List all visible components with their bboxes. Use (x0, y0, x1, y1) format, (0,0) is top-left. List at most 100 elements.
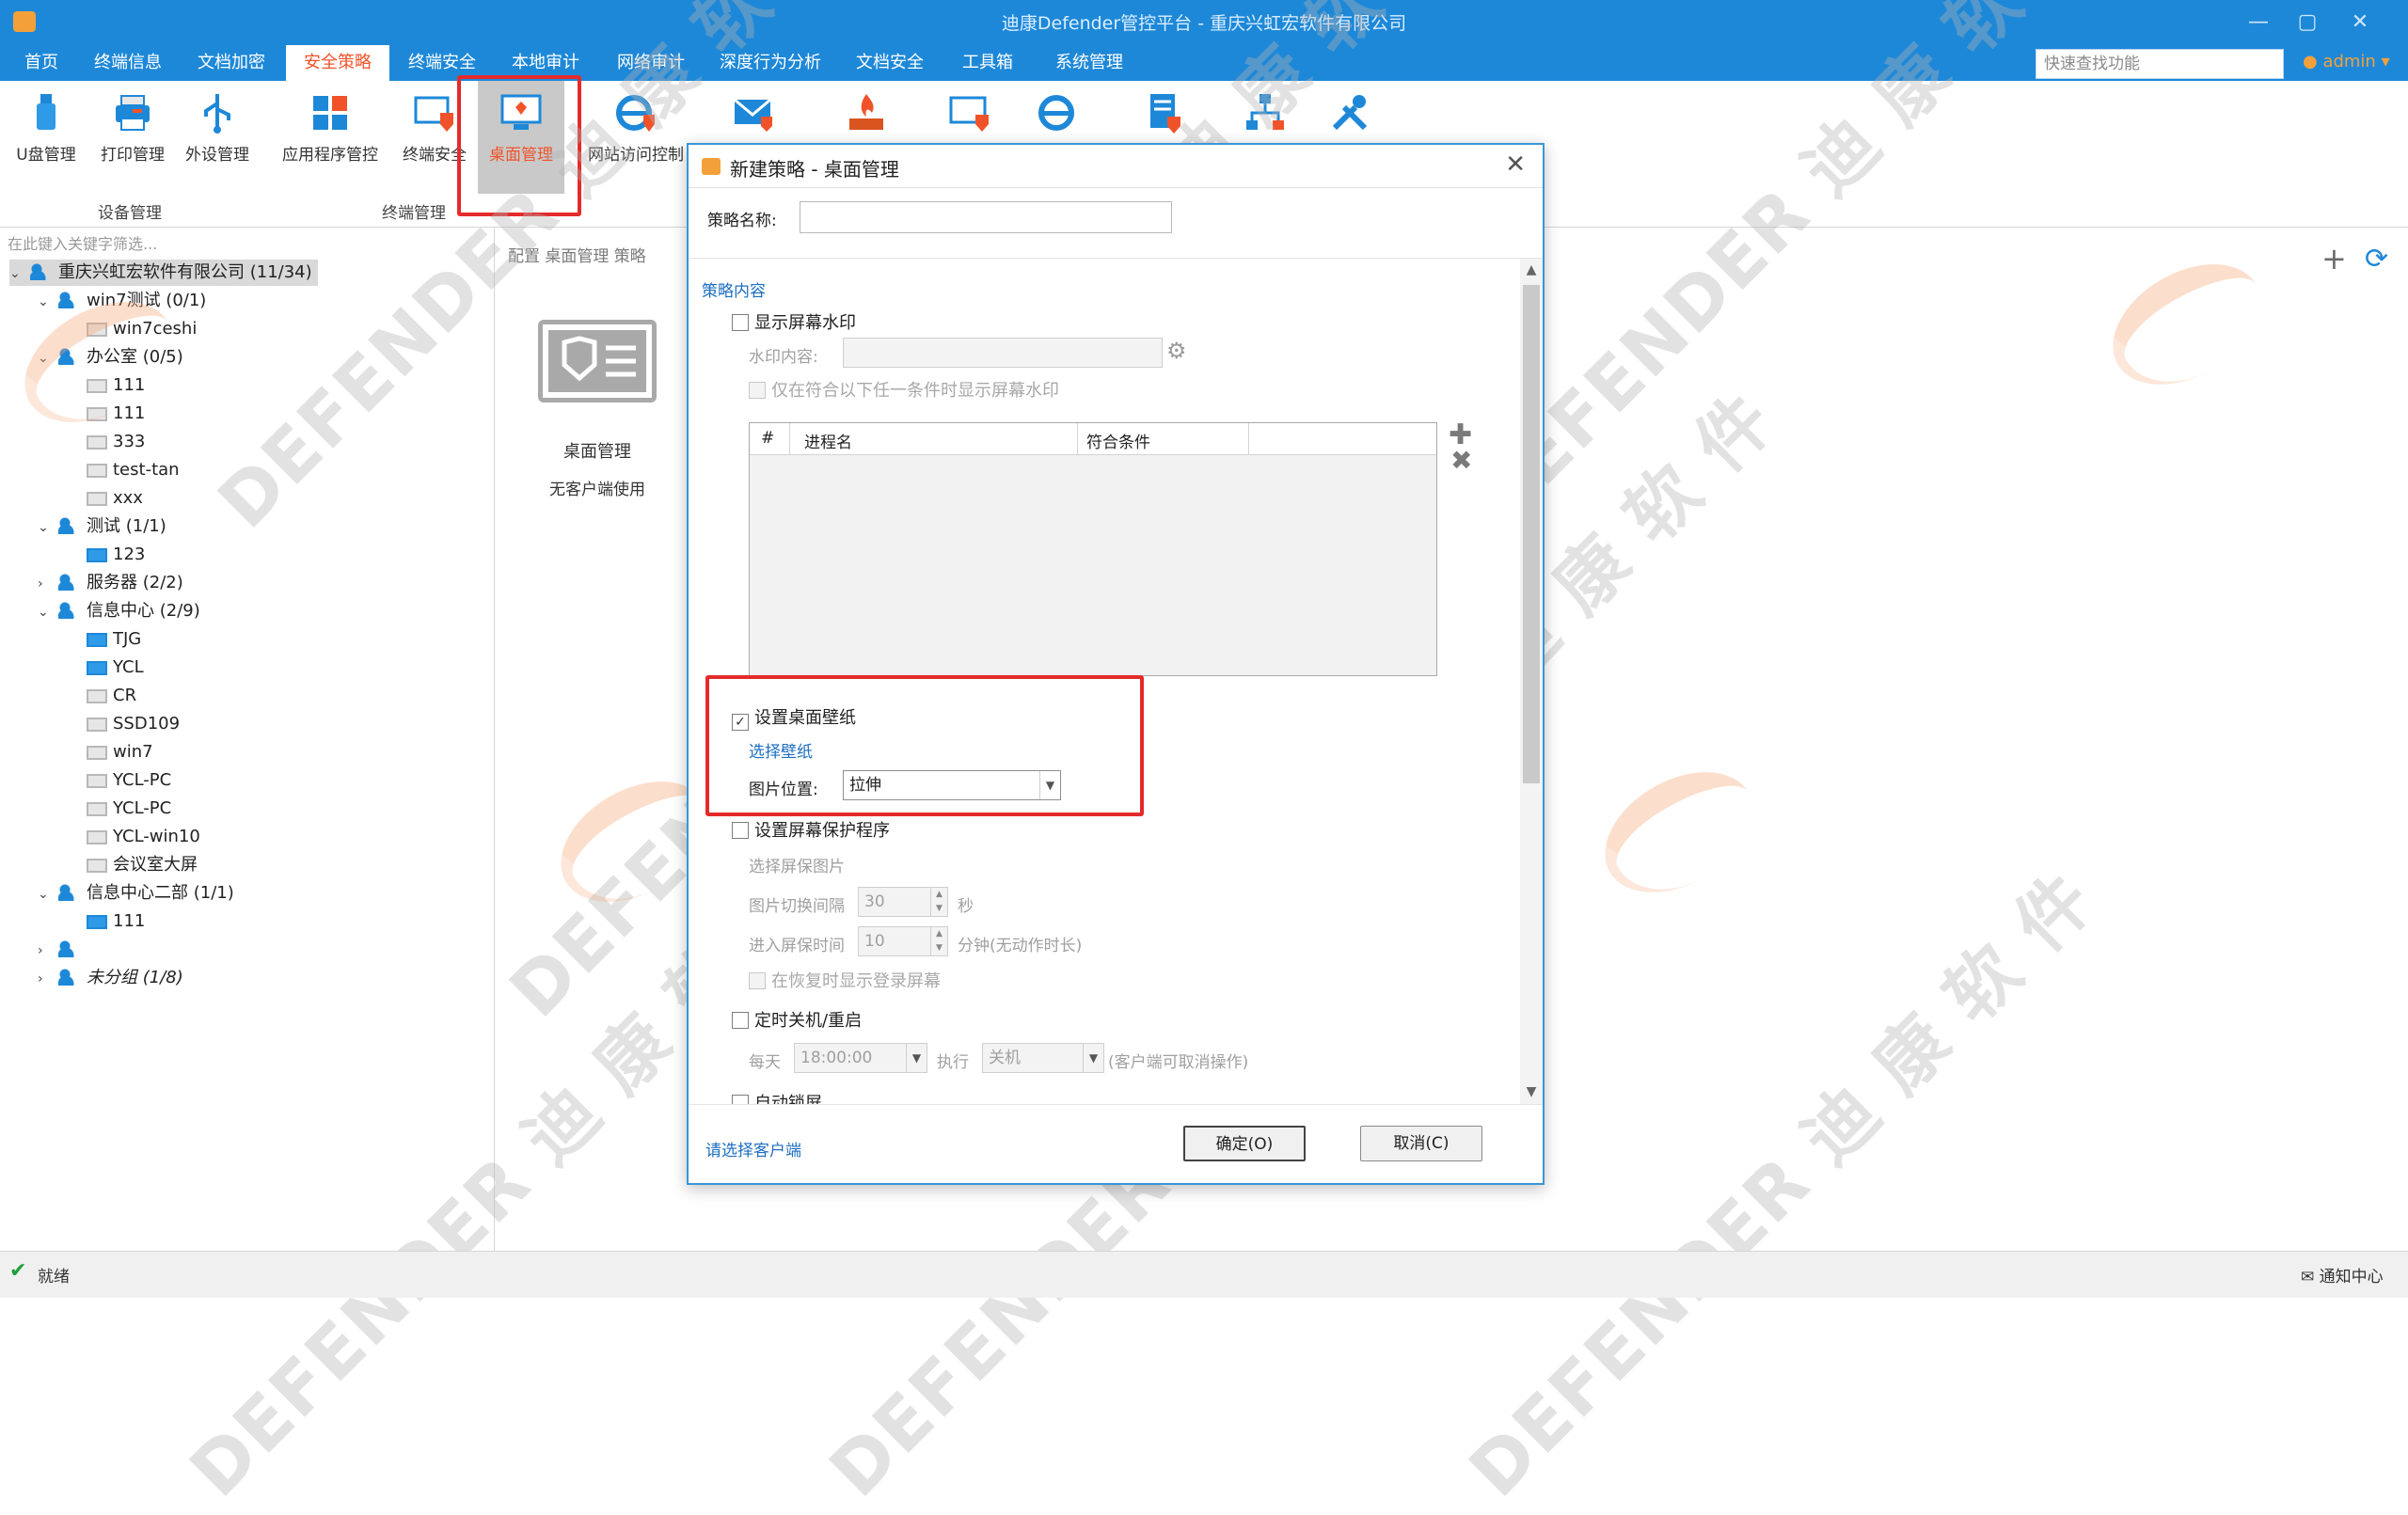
tree-device-item[interactable]: win7 (66, 739, 153, 765)
scrollbar-thumb[interactable] (1523, 285, 1540, 783)
tree-group-item[interactable]: ⌄ 信息中心二部 (1/1) (38, 880, 234, 907)
menu-security-policy[interactable]: 安全策略 (286, 45, 389, 81)
user-group-icon (58, 292, 81, 308)
watermark-content-input[interactable] (843, 338, 1163, 368)
ie-shield-icon (1038, 95, 1074, 131)
dialog-scrollbar[interactable]: ▲ ▼ (1520, 259, 1543, 1104)
quick-search-input[interactable]: 快速查找功能 (2036, 49, 2284, 79)
tree-device-item[interactable]: YCL-PC (66, 796, 171, 822)
ribbon-app-control-button[interactable]: 应用程序管控 (269, 81, 391, 194)
close-icon[interactable]: ✕ (1505, 150, 1526, 179)
enter-time-stepper[interactable]: 10 ▲ ▼ (858, 926, 948, 956)
tree-item-label: 信息中心二部 (1/1) (87, 883, 234, 903)
expand-arrow-icon[interactable]: ⌄ (38, 345, 58, 371)
exec-note: (客户端可取消操作) (1108, 1053, 1249, 1072)
expand-arrow-icon[interactable]: ⌄ (38, 289, 58, 315)
menu-network-audit[interactable]: 网络审计 (604, 45, 698, 81)
menu-toolbox[interactable]: 工具箱 (950, 45, 1025, 81)
expand-arrow-icon[interactable]: ⌄ (9, 260, 30, 287)
process-table[interactable]: # 进程名 符合条件 (749, 422, 1437, 676)
expand-arrow-icon[interactable]: › (38, 938, 58, 964)
expand-arrow-icon[interactable]: ⌄ (38, 881, 58, 907)
notification-center-button[interactable]: ✉ 通知中心 (2301, 1263, 2384, 1286)
tree-group-item[interactable]: ⌄ win7测试 (0/1) (38, 288, 206, 314)
tree-device-item[interactable]: 123 (66, 542, 145, 568)
choose-client-link[interactable]: 请选择客户端 (705, 1137, 801, 1160)
tree-group-item[interactable]: › 服务器 (2/2) (38, 570, 183, 596)
tree-device-item[interactable]: SSD109 (66, 711, 180, 737)
tree-group-item[interactable]: ⌄ 办公室 (0/5) (38, 344, 183, 371)
show-login-checkbox[interactable]: 在恢复时显示登录屏幕 (749, 968, 941, 992)
tree-filter-input[interactable]: 在此键入关键字筛选... (8, 231, 157, 254)
expand-arrow-icon[interactable]: › (38, 966, 58, 992)
autolock-checkbox[interactable]: 自动锁屏 (732, 1090, 822, 1104)
minimize-button[interactable]: — (2244, 9, 2273, 36)
tree-item-label: 未分组 (1/8) (87, 968, 183, 987)
refresh-icon[interactable]: ⟳ (2365, 243, 2388, 276)
menu-behavior-analysis[interactable]: 深度行为分析 (709, 45, 832, 81)
menu-system-mgmt[interactable]: 系统管理 (1042, 45, 1136, 81)
ribbon-print-button[interactable]: 打印管理 (90, 81, 175, 194)
close-window-button[interactable]: ✕ (2346, 9, 2374, 36)
document-shield-icon (1150, 94, 1180, 134)
gear-icon[interactable]: ⚙ (1166, 338, 1187, 364)
shutdown-checkbox[interactable]: 定时关机/重启 (732, 1007, 862, 1032)
tree-group-item[interactable]: ⌄ 重庆兴虹宏软件有限公司 (11/34) (9, 260, 318, 286)
switch-interval-stepper[interactable]: 30 ▲ ▼ (858, 887, 948, 917)
expand-arrow-icon[interactable]: ⌄ (38, 599, 58, 625)
divider (1248, 423, 1249, 455)
maximize-button[interactable]: ▢ (2293, 9, 2321, 36)
spinner-arrows-icon[interactable]: ▲ ▼ (930, 927, 947, 955)
spinner-arrows-icon[interactable]: ▲ ▼ (930, 888, 947, 916)
tree-device-item[interactable]: 111 (66, 908, 145, 935)
scroll-down-icon[interactable]: ▼ (1520, 1084, 1543, 1099)
menu-doc-security[interactable]: 文档安全 (843, 45, 937, 81)
col-condition: 符合条件 (1086, 434, 1150, 452)
choose-screensaver-pic[interactable]: 选择屏保图片 (749, 853, 845, 876)
tree-device-item[interactable]: xxx (66, 485, 143, 512)
expand-arrow-icon[interactable]: › (38, 571, 58, 597)
table-header: # 进程名 符合条件 (750, 423, 1436, 455)
checkbox-box (732, 822, 749, 839)
add-icon[interactable]: + (2321, 241, 2347, 276)
tree-device-item[interactable]: YCL-win10 (66, 824, 200, 850)
watermark-checkbox[interactable]: 显示屏幕水印 (732, 309, 856, 334)
ribbon-usb-button[interactable]: U盘管理 (4, 81, 88, 194)
tree-device-item[interactable]: CR (66, 683, 136, 709)
tree-device-item[interactable]: YCL-PC (66, 767, 171, 794)
tree-device-item[interactable]: YCL (66, 655, 144, 681)
ribbon-web-access-button[interactable]: 网站访问控制 (579, 81, 692, 194)
ok-button[interactable]: 确定(O) (1183, 1126, 1306, 1161)
cancel-button[interactable]: 取消(C) (1360, 1126, 1482, 1161)
tree-group-item[interactable]: ⌄ 信息中心 (2/9) (38, 598, 200, 624)
daily-time-select[interactable]: 18:00:00 ▼ (794, 1043, 927, 1073)
tree-group-item[interactable]: › 未分组 (1/8) (38, 965, 183, 991)
tree-group-item[interactable]: › (38, 937, 87, 963)
exec-select[interactable]: 关机 ▼ (982, 1043, 1104, 1073)
delete-row-icon[interactable]: ✖ (1450, 445, 1472, 476)
tree-device-item[interactable]: TJG (66, 626, 141, 653)
policy-name-input[interactable] (800, 201, 1172, 233)
screensaver-checkbox[interactable]: 设置屏幕保护程序 (732, 817, 890, 842)
expand-arrow-icon[interactable]: ⌄ (38, 514, 58, 541)
tree-device-item[interactable]: 111 (66, 401, 145, 427)
scroll-up-icon[interactable]: ▲ (1520, 262, 1543, 277)
tree-group-item[interactable]: ⌄ 测试 (1/1) (38, 513, 166, 540)
policy-card[interactable]: 桌面管理 无客户端使用 (536, 320, 658, 508)
ribbon-peripheral-button[interactable]: 外设管理 (175, 81, 260, 194)
chevron-down-icon: ▼ (1083, 1044, 1103, 1072)
daily-label: 每天 (749, 1053, 781, 1072)
tree-item-label: 111 (113, 375, 146, 395)
tree-device-item[interactable]: 111 (66, 372, 145, 399)
menu-home[interactable]: 首页 (11, 45, 71, 81)
tree-device-item[interactable]: test-tan (66, 457, 180, 483)
enter-time-value: 10 (864, 932, 885, 951)
admin-user-menu[interactable]: ● admin ▾ (2303, 52, 2390, 71)
tree-device-item[interactable]: 会议室大屏 (66, 852, 198, 878)
menu-doc-encrypt[interactable]: 文档加密 (186, 45, 277, 81)
tree-device-item[interactable]: win7ceshi (66, 316, 197, 342)
apps-icon (313, 96, 347, 130)
watermark-condition-checkbox[interactable]: 仅在符合以下任一条件时显示屏幕水印 (749, 377, 1059, 402)
menu-terminal-info[interactable]: 终端信息 (83, 45, 173, 81)
tree-device-item[interactable]: 333 (66, 429, 145, 455)
